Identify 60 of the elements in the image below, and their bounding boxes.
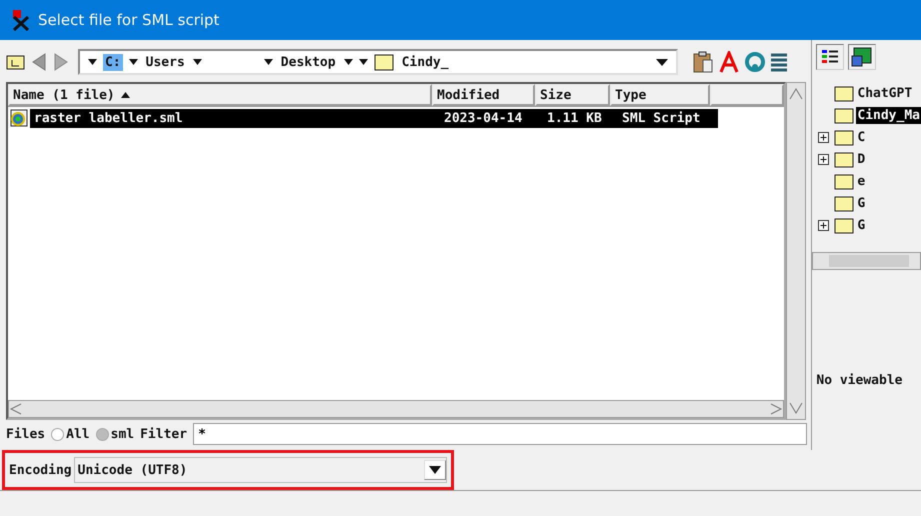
dropdown-arrow-icon[interactable]	[128, 59, 138, 65]
tree-item[interactable]: e	[856, 172, 866, 190]
column-header[interactable]: Type	[610, 84, 710, 106]
map-view-icon[interactable]	[848, 44, 876, 70]
column-header[interactable]: Name (1 file)	[8, 84, 432, 106]
column-header[interactable]: Size	[535, 84, 610, 106]
encoding-dropdown[interactable]: Unicode (UTF8)	[74, 457, 447, 483]
folder-icon	[834, 194, 854, 212]
file-type-radio[interactable]: sml	[96, 426, 134, 442]
list-icon[interactable]	[770, 52, 788, 72]
dropdown-arrow-icon[interactable]	[656, 58, 668, 66]
folder-up-icon[interactable]	[6, 53, 26, 71]
files-label: Files	[6, 426, 46, 442]
expand-icon[interactable]	[818, 220, 830, 230]
tree-item[interactable]: ChatGPT	[856, 84, 914, 102]
path-segment[interactable]: Desktop	[278, 54, 338, 70]
folder-icon	[834, 84, 854, 102]
expand-icon[interactable]	[818, 154, 830, 164]
filter-label: Filter	[140, 426, 188, 442]
script-file-icon	[8, 109, 30, 127]
tree-item[interactable]: D	[856, 150, 866, 168]
refresh-icon[interactable]	[744, 51, 766, 73]
filter-field[interactable]: *	[193, 423, 808, 445]
tree-item[interactable]: Cindy_Ma	[856, 106, 921, 124]
folder-icon	[834, 106, 854, 124]
details-view-icon[interactable]	[816, 44, 844, 70]
expand-icon[interactable]	[818, 132, 830, 142]
horizontal-scrollbar[interactable]	[8, 400, 784, 418]
path-segment[interactable]: C:	[103, 54, 123, 70]
font-icon[interactable]	[718, 51, 740, 73]
tree-item[interactable]: G	[856, 194, 866, 212]
dropdown-arrow-icon[interactable]	[192, 59, 202, 65]
scroll-left-icon[interactable]	[9, 403, 23, 415]
vertical-scrollbar[interactable]	[786, 82, 806, 420]
folder-icon	[834, 128, 854, 146]
path-segment[interactable]: Users	[144, 54, 187, 70]
path-bar[interactable]: C: Users Desktop Cindy_	[78, 49, 678, 75]
folder-icon	[834, 150, 854, 168]
dropdown-arrow-icon[interactable]	[88, 59, 97, 65]
tree-item[interactable]: G	[856, 216, 866, 234]
app-icon	[10, 9, 32, 31]
window-title: Select file for SML script	[38, 11, 220, 29]
scroll-up-icon[interactable]	[789, 87, 803, 101]
file-type-radio[interactable]: All	[51, 426, 90, 442]
path-segment[interactable]: Cindy_	[400, 54, 451, 70]
clipboard-icon[interactable]	[692, 51, 714, 73]
preview-message: No viewable	[816, 372, 902, 388]
column-header[interactable]: Modified	[432, 84, 535, 106]
file-row[interactable]: raster labeller.sml 2023-04-14 1.11 KB SML Script	[30, 108, 718, 128]
dropdown-arrow-icon[interactable]	[264, 59, 273, 65]
folder-icon	[834, 216, 854, 234]
tree-item[interactable]: C	[856, 128, 866, 146]
horizontal-scrollbar[interactable]	[812, 252, 921, 270]
scroll-down-icon[interactable]	[789, 401, 803, 415]
back-icon[interactable]	[30, 52, 48, 72]
forward-icon[interactable]	[52, 52, 70, 72]
folder-icon	[834, 172, 854, 190]
scroll-right-icon[interactable]	[769, 403, 783, 415]
folder-icon	[374, 53, 394, 71]
encoding-label: Encoding	[9, 462, 72, 478]
